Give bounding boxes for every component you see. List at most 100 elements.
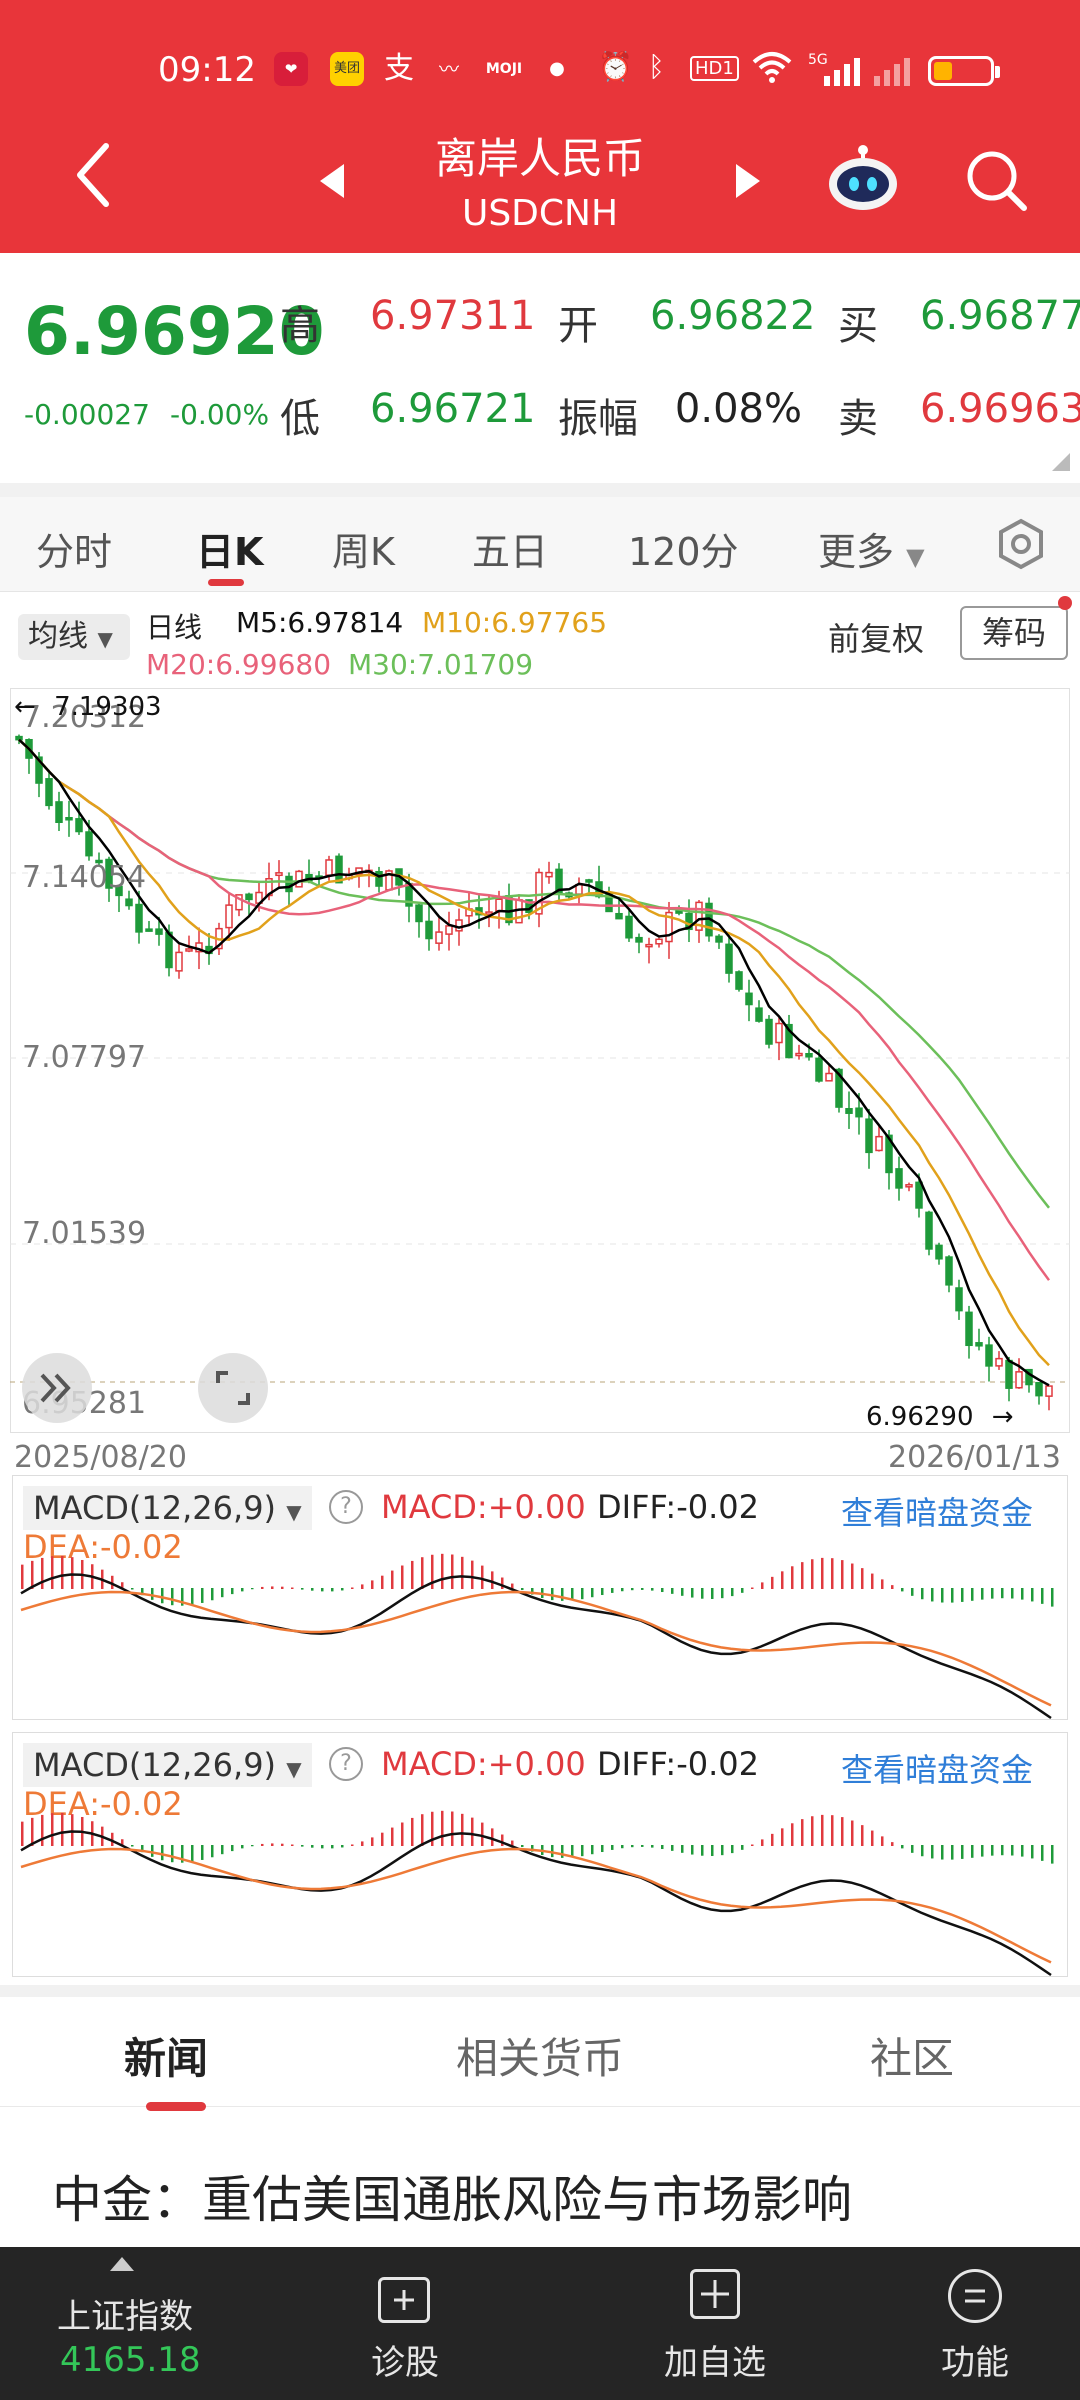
app-root: 09:12 ❤ 美团 支 〰 MOJI ● ⏰ ᛒ HD1 5G 离岸人民币 U… (0, 0, 1080, 2400)
macd-bar-up (461, 1556, 464, 1589)
macd-bar-up (421, 1814, 424, 1846)
candle-down (895, 1168, 903, 1189)
macd-bar-up (761, 1839, 764, 1846)
amplitude-value: 0.08% (674, 386, 802, 432)
macd-bar-down (191, 1588, 194, 1605)
candle-down (675, 910, 683, 914)
index-name[interactable]: 上证指数 (40, 2289, 210, 2338)
ai-assistant-button[interactable] (826, 140, 900, 214)
macd-bar-up (811, 1559, 814, 1589)
chips-button[interactable]: 筹码 (960, 606, 1068, 660)
tab-120min[interactable]: 120分 (628, 521, 739, 576)
separator (0, 1985, 1080, 1997)
macd-bar-up (391, 1827, 394, 1846)
macd-bar-down (991, 1588, 994, 1599)
status-bar: 09:12 ❤ 美团 支 〰 MOJI ● ⏰ ᛒ HD1 5G (0, 40, 1080, 100)
macd-bar-down (661, 1588, 664, 1593)
candle-up (645, 943, 653, 948)
y-axis-label-3: 7.07797 (22, 1040, 147, 1075)
add-watchlist-label[interactable]: 加自选 (640, 2335, 790, 2384)
macd-bar-down (1041, 1845, 1044, 1861)
macd-bar-down (131, 1588, 134, 1590)
price-change: -0.00027 (24, 398, 150, 431)
macd-panel-2[interactable]: MACD(12,26,9) ▼ ? MACD:+0.00 DIFF:-0.02 … (12, 1732, 1068, 1977)
moji-icon: MOJI (485, 61, 523, 77)
macd-bar-down (1011, 1588, 1014, 1599)
diagnose-label[interactable]: 诊股 (340, 2335, 470, 2384)
candle-down (55, 801, 63, 823)
ma-selector-button[interactable]: 均线 ▼ (18, 614, 130, 660)
ma-selector-label: 均线 (28, 619, 88, 654)
tab-related-currency[interactable]: 相关货币 (456, 2025, 624, 2086)
macd-bar-down (601, 1588, 604, 1596)
tab-more[interactable]: 更多 ▼ (818, 521, 925, 576)
candle-up (495, 898, 503, 912)
macd-bar-down (941, 1845, 944, 1860)
ma20-value: M20:6.99680 (146, 648, 332, 681)
candle-down (375, 870, 383, 887)
macd-bar-up (271, 1586, 274, 1589)
expand-corner-icon[interactable] (1052, 453, 1070, 471)
buy-value: 6.96877 (920, 293, 1080, 339)
macd-bar-up (51, 1813, 54, 1846)
candle-down (145, 928, 153, 932)
macd-bar-up (61, 1812, 64, 1846)
macd-bar-down (151, 1588, 154, 1600)
caret-up-icon[interactable] (110, 2257, 134, 2271)
candle-up (1045, 1385, 1053, 1397)
adjust-mode[interactable]: 前复权 (828, 614, 924, 660)
tab-five-day[interactable]: 五日 (472, 521, 548, 576)
macd-bar-up (821, 1557, 824, 1589)
ma30-line (18, 738, 1050, 1209)
candle-up (455, 919, 463, 932)
macd-bar-up (811, 1816, 814, 1846)
macd-bar-down (711, 1845, 714, 1856)
high-label: 高 (280, 303, 320, 349)
macd-bar-down (221, 1845, 224, 1855)
macd-bar-up (61, 1555, 64, 1589)
macd-bar-down (131, 1845, 134, 1847)
candle-down (585, 879, 593, 883)
ma10-line (18, 738, 1050, 1367)
candle-down (425, 920, 433, 940)
macd-bar-down (641, 1845, 644, 1847)
macd-bar-up (471, 1817, 474, 1846)
next-symbol-button[interactable] (736, 164, 760, 198)
macd-bar-down (691, 1588, 694, 1598)
tab-intraday[interactable]: 分时 (36, 521, 112, 576)
macd-bar-down (681, 1588, 684, 1596)
macd-bar-down (341, 1588, 344, 1591)
news-headline[interactable]: 中金：重估美国通胀风险与市场影响 (52, 2160, 852, 2232)
macd-bar-down (321, 1588, 324, 1592)
fullscreen-button[interactable] (198, 1353, 268, 1423)
back-button[interactable] (70, 140, 120, 210)
macd-panel-1[interactable]: MACD(12,26,9) ▼ ? MACD:+0.00 DIFF:-0.02 … (12, 1475, 1068, 1720)
index-value: 4165.18 (60, 2340, 201, 2380)
macd-bar-up (491, 1828, 494, 1846)
macd-bar-down (331, 1588, 334, 1592)
macd-bar-up (391, 1570, 394, 1589)
tab-news[interactable]: 新闻 (124, 2025, 208, 2086)
wifi-icon (752, 50, 792, 91)
macd-bar-down (721, 1845, 724, 1856)
macd-bar-down (241, 1588, 244, 1592)
low-label: 低 (280, 396, 320, 442)
macd-bar-down (311, 1845, 314, 1848)
macd-bar-down (331, 1845, 334, 1849)
macd-bar-down (161, 1588, 164, 1604)
tab-community[interactable]: 社区 (870, 2025, 954, 2086)
macd-bar-up (41, 1557, 44, 1589)
tab-weekly-k[interactable]: 周K (332, 521, 395, 576)
low-value: 6.96721 (370, 386, 536, 432)
macd-bar-down (211, 1845, 214, 1858)
macd-bar-up (841, 1560, 844, 1589)
active-tab-indicator (146, 2102, 206, 2111)
menu-label[interactable]: 功能 (910, 2335, 1040, 2384)
tab-daily-k[interactable]: 日K (196, 521, 263, 576)
macd-bar-down (921, 1845, 924, 1857)
expand-panel-button[interactable] (22, 1353, 92, 1423)
chart-settings-button[interactable] (994, 517, 1048, 571)
sell-value: 6.96963 (920, 386, 1080, 432)
search-button[interactable] (964, 148, 1028, 212)
kline-chart[interactable] (10, 688, 1070, 1433)
